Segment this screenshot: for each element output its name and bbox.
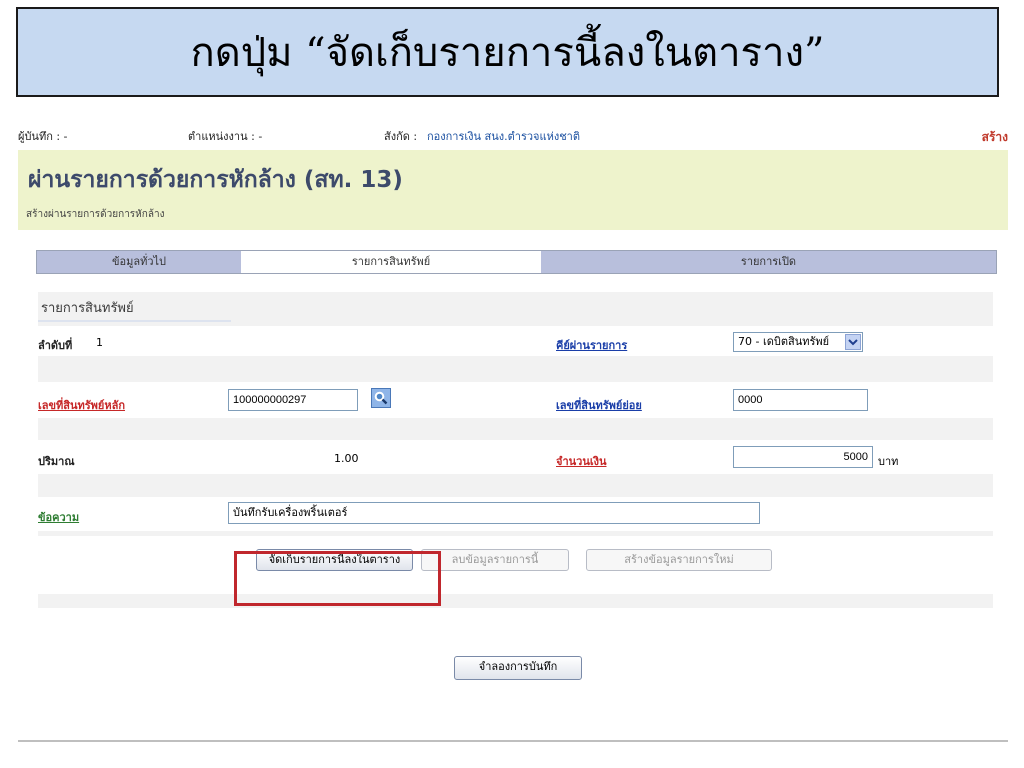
recorder-text: ผู้บันทึก : - bbox=[18, 130, 68, 143]
search-button[interactable] bbox=[371, 388, 391, 408]
sub-asset-label[interactable]: เลขที่สินทรัพย์ย่อย bbox=[556, 396, 642, 414]
page-title: ผ่านรายการด้วยการหักล้าง (สท. 13) bbox=[28, 167, 403, 193]
tab-asset-items[interactable]: รายการสินทรัพย์ bbox=[241, 251, 541, 273]
posting-key-value: 70 - เดบิตสินทรัพย์ bbox=[738, 335, 830, 348]
magnifier-icon bbox=[374, 391, 388, 405]
page-header: ผ่านรายการด้วยการหักล้าง (สท. 13) สร้างผ… bbox=[18, 150, 1008, 230]
amount-label[interactable]: จำนวนเงิน bbox=[556, 452, 607, 470]
asset-form-panel: รายการสินทรัพย์ ลำดับที่ 1 คีย์ผ่านรายกา… bbox=[38, 292, 993, 608]
posting-key-select[interactable]: 70 - เดบิตสินทรัพย์ bbox=[733, 332, 863, 352]
page-subtitle: สร้างผ่านรายการด้วยการหักล้าง bbox=[26, 209, 165, 220]
instruction-banner: กดปุ่ม “จัดเก็บรายการนี้ลงในตาราง” bbox=[16, 7, 999, 97]
sub-asset-input[interactable]: 0000 bbox=[733, 389, 868, 411]
position-text: ตำแหน่งงาน : - bbox=[188, 130, 263, 143]
affiliation-label: สังกัด : bbox=[384, 130, 418, 143]
section-title: รายการสินทรัพย์ bbox=[38, 298, 231, 322]
seq-label: ลำดับที่ bbox=[38, 339, 73, 352]
text-label[interactable]: ข้อความ bbox=[38, 508, 79, 526]
new-row-button[interactable]: สร้างข้อมูลรายการใหม่ bbox=[586, 549, 772, 571]
bottom-divider bbox=[18, 740, 1008, 742]
tab-general-info[interactable]: ข้อมูลทั่วไป bbox=[37, 251, 241, 273]
create-link[interactable]: สร้าง bbox=[982, 128, 1008, 147]
row-quantity-amount: ปริมาณ 1.00 จำนวนเงิน 5000 บาท bbox=[38, 440, 993, 474]
instruction-text: กดปุ่ม “จัดเก็บรายการนี้ลงในตาราง” bbox=[190, 30, 825, 76]
row-actions: จัดเก็บรายการนี้ลงในตาราง ลบข้อมูลรายการ… bbox=[38, 536, 993, 594]
simulate-button[interactable]: จำลองการบันทึก bbox=[454, 656, 582, 680]
row-asset-numbers: เลขที่สินทรัพย์หลัก 100000000297 เลขที่ส… bbox=[38, 382, 993, 418]
amount-input[interactable]: 5000 bbox=[733, 446, 873, 468]
quantity-value: 1.00 bbox=[334, 452, 359, 465]
affiliation-value: กองการเงิน สนง.ตำรวจแห่งชาติ bbox=[427, 130, 580, 143]
user-info-bar: ผู้บันทึก : - ตำแหน่งงาน : - สังกัด : กอ… bbox=[18, 120, 1008, 144]
amount-unit: บาท bbox=[878, 455, 899, 468]
application-window: ผู้บันทึก : - ตำแหน่งงาน : - สังกัด : กอ… bbox=[18, 120, 1008, 742]
row-sequence: ลำดับที่ 1 คีย์ผ่านรายการ 70 - เดบิตสินท… bbox=[38, 326, 993, 356]
main-asset-label[interactable]: เลขที่สินทรัพย์หลัก bbox=[38, 396, 125, 414]
text-input[interactable]: บันทึกรับเครื่องพริ้นเตอร์ bbox=[228, 502, 760, 524]
main-asset-input[interactable]: 100000000297 bbox=[228, 389, 358, 411]
quantity-label: ปริมาณ bbox=[38, 455, 75, 468]
highlight-box bbox=[234, 551, 441, 606]
delete-row-button[interactable]: ลบข้อมูลรายการนี้ bbox=[421, 549, 569, 571]
tab-open-items[interactable]: รายการเปิด bbox=[541, 251, 996, 273]
seq-value: 1 bbox=[96, 336, 103, 349]
chevron-down-icon bbox=[845, 334, 861, 350]
posting-key-label[interactable]: คีย์ผ่านรายการ bbox=[556, 336, 627, 354]
tab-bar: ข้อมูลทั่วไป รายการสินทรัพย์ รายการเปิด bbox=[36, 250, 997, 274]
row-text: ข้อความ บันทึกรับเครื่องพริ้นเตอร์ bbox=[38, 497, 993, 531]
